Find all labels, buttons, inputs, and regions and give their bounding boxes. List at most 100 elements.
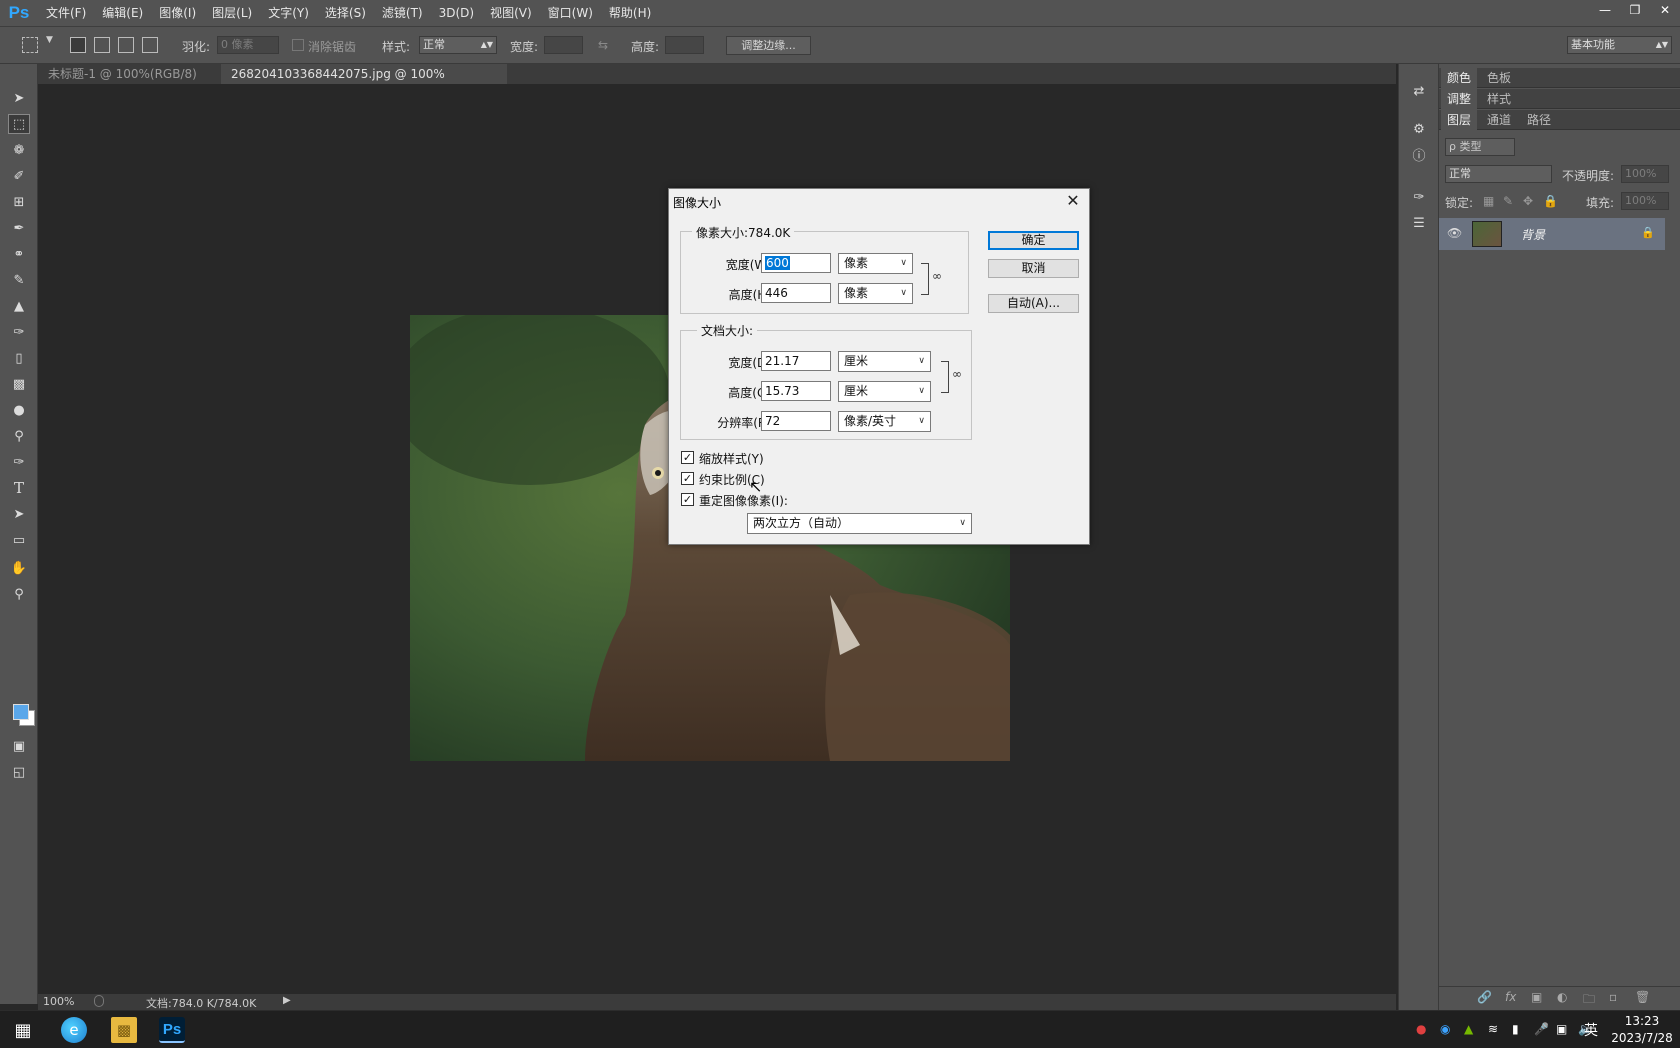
- healing-brush-tool-icon[interactable]: ⚭: [8, 244, 30, 264]
- add-selection-icon[interactable]: [94, 37, 110, 53]
- foreground-color-swatch[interactable]: [13, 704, 29, 720]
- zoom-tool-icon[interactable]: ⚲: [8, 584, 30, 604]
- network-tray-icon[interactable]: ▣: [1556, 1022, 1567, 1036]
- resample-checkbox[interactable]: ✓: [681, 493, 694, 506]
- tab-untitled[interactable]: 未标题-1 @ 100%(RGB/8) * ×: [38, 64, 216, 101]
- file-explorer-icon[interactable]: ▩: [111, 1017, 137, 1043]
- clone-stamp-tool-icon[interactable]: ▲: [8, 296, 30, 316]
- menu-3d[interactable]: 3D(D): [431, 0, 482, 26]
- edge-browser-icon[interactable]: e: [61, 1017, 87, 1043]
- tab-adjustments[interactable]: 调整: [1441, 89, 1478, 109]
- pixel-height-unit-select[interactable]: 像素 ∨: [838, 283, 913, 304]
- crop-tool-icon[interactable]: ⊞: [8, 192, 30, 212]
- doc-height-unit-select[interactable]: 厘米 ∨: [838, 381, 931, 402]
- info-panel-icon[interactable]: ⓘ: [1409, 147, 1429, 167]
- fx-icon[interactable]: fx: [1505, 990, 1516, 1004]
- new-selection-icon[interactable]: [70, 37, 86, 53]
- nvidia-tray-icon[interactable]: ▲: [1464, 1022, 1473, 1036]
- tab-color[interactable]: 颜色: [1441, 68, 1478, 88]
- eraser-tool-icon[interactable]: ▯: [8, 348, 30, 368]
- style-select[interactable]: 正常 ▲▼: [419, 36, 497, 54]
- quick-mask-icon[interactable]: ▣: [8, 736, 30, 756]
- intersect-selection-icon[interactable]: [142, 37, 158, 53]
- tab-photo[interactable]: 268204103368442075.jpg @ 100%(RGB/8#) * …: [221, 64, 507, 101]
- path-select-tool-icon[interactable]: ➤: [8, 504, 30, 524]
- tab-channels[interactable]: 通道: [1481, 110, 1517, 130]
- marquee-tool-icon[interactable]: ⬚: [8, 114, 30, 134]
- scale-styles-checkbox[interactable]: ✓: [681, 451, 694, 464]
- menu-help[interactable]: 帮助(H): [601, 0, 659, 26]
- close-icon[interactable]: ✕: [1061, 191, 1085, 211]
- fill-input[interactable]: 100%: [1621, 192, 1669, 210]
- pen-tool-icon[interactable]: ✑: [8, 452, 30, 472]
- actions-panel-icon[interactable]: ⚙: [1409, 120, 1429, 140]
- restore-icon[interactable]: ❐: [1620, 0, 1650, 20]
- menu-layer[interactable]: 图层(L): [204, 0, 260, 26]
- tab-layers[interactable]: 图层: [1441, 110, 1478, 130]
- ime-indicator[interactable]: 英: [1584, 1020, 1598, 1040]
- move-tool-icon[interactable]: ➤: [8, 88, 30, 108]
- gradient-tool-icon[interactable]: ▩: [8, 374, 30, 394]
- dodge-tool-icon[interactable]: ⚲: [8, 426, 30, 446]
- adjustment-layer-icon[interactable]: ◐: [1557, 990, 1567, 1004]
- refine-edge-button[interactable]: 调整边缘...: [726, 36, 811, 55]
- screen-mode-icon[interactable]: ◱: [8, 762, 30, 782]
- doc-width-unit-select[interactable]: 厘米 ∨: [838, 351, 931, 372]
- blend-mode-select[interactable]: 正常: [1445, 165, 1552, 183]
- chrome-tray-icon[interactable]: ◉: [1440, 1022, 1450, 1036]
- delete-layer-icon[interactable]: 🗑: [1635, 990, 1650, 1004]
- antialias-checkbox[interactable]: [292, 39, 304, 51]
- lock-pixels-icon[interactable]: ✎: [1503, 194, 1513, 208]
- pixel-height-input[interactable]: 446: [761, 283, 831, 303]
- lock-all-icon[interactable]: 🔒: [1543, 194, 1558, 208]
- doc-height-input[interactable]: 15.73: [761, 381, 831, 401]
- tab-styles[interactable]: 样式: [1481, 89, 1517, 109]
- hand-tool-icon[interactable]: ✋: [8, 558, 30, 578]
- pixel-width-unit-select[interactable]: 像素 ∨: [838, 253, 913, 274]
- properties-panel-icon[interactable]: ☰: [1409, 214, 1429, 234]
- new-layer-icon[interactable]: ▫: [1609, 990, 1617, 1004]
- brush-tool-icon[interactable]: ✎: [8, 270, 30, 290]
- width-input[interactable]: [544, 36, 583, 54]
- workspace-select[interactable]: 基本功能 ▲▼: [1567, 36, 1672, 54]
- height-input[interactable]: [665, 36, 704, 54]
- pixel-width-input[interactable]: 600: [761, 253, 831, 273]
- tab-paths[interactable]: 路径: [1521, 110, 1557, 130]
- lasso-tool-icon[interactable]: ❁: [8, 140, 30, 160]
- close-window-icon[interactable]: ✕: [1650, 0, 1680, 20]
- resample-method-select[interactable]: 两次立方（自动） ∨: [747, 513, 972, 534]
- opacity-input[interactable]: 100%: [1621, 165, 1669, 183]
- menu-filter[interactable]: 滤镜(T): [374, 0, 431, 26]
- marquee-tool-preset-icon[interactable]: [22, 37, 38, 53]
- subtract-selection-icon[interactable]: [118, 37, 134, 53]
- layer-row-background[interactable]: 👁 背景 🔒: [1439, 218, 1665, 250]
- status-menu-arrow-icon[interactable]: ▶: [283, 995, 291, 1006]
- auto-button[interactable]: 自动(A)...: [988, 294, 1079, 313]
- constrain-proportions-checkbox[interactable]: ✓: [681, 472, 694, 485]
- history-panel-icon[interactable]: ⇄: [1409, 82, 1429, 102]
- lock-position-icon[interactable]: ✥: [1523, 194, 1533, 208]
- eyedropper-tool-icon[interactable]: ✒: [8, 218, 30, 238]
- zoom-level[interactable]: 100%: [43, 995, 74, 1008]
- clock-time[interactable]: 13:23: [1612, 1014, 1672, 1028]
- visibility-eye-icon[interactable]: 👁: [1447, 226, 1462, 240]
- doc-width-input[interactable]: 21.17: [761, 351, 831, 371]
- link-layers-icon[interactable]: 🔗: [1477, 990, 1492, 1004]
- menu-edit[interactable]: 编辑(E): [94, 0, 151, 26]
- resolution-input[interactable]: 72: [761, 411, 831, 431]
- add-mask-icon[interactable]: ▣: [1531, 990, 1542, 1004]
- battery-tray-icon[interactable]: ▮: [1512, 1022, 1519, 1036]
- ok-button[interactable]: 确定: [988, 231, 1079, 250]
- minimize-icon[interactable]: —: [1590, 0, 1620, 20]
- preset-chevron-icon[interactable]: ▼: [46, 35, 53, 45]
- resolution-unit-select[interactable]: 像素/英寸 ∨: [838, 411, 931, 432]
- clock-date[interactable]: 2023/7/28: [1608, 1031, 1676, 1045]
- tray-app-icon[interactable]: ●: [1416, 1022, 1426, 1036]
- menu-select[interactable]: 选择(S): [317, 0, 374, 26]
- menu-file[interactable]: 文件(F): [38, 0, 94, 26]
- quick-select-tool-icon[interactable]: ✐: [8, 166, 30, 186]
- history-brush-tool-icon[interactable]: ✑: [8, 322, 30, 342]
- scale-styles-label[interactable]: 缩放样式(Y): [699, 450, 764, 467]
- resample-label[interactable]: 重定图像像素(I):: [699, 492, 788, 509]
- menu-image[interactable]: 图像(I): [151, 0, 204, 26]
